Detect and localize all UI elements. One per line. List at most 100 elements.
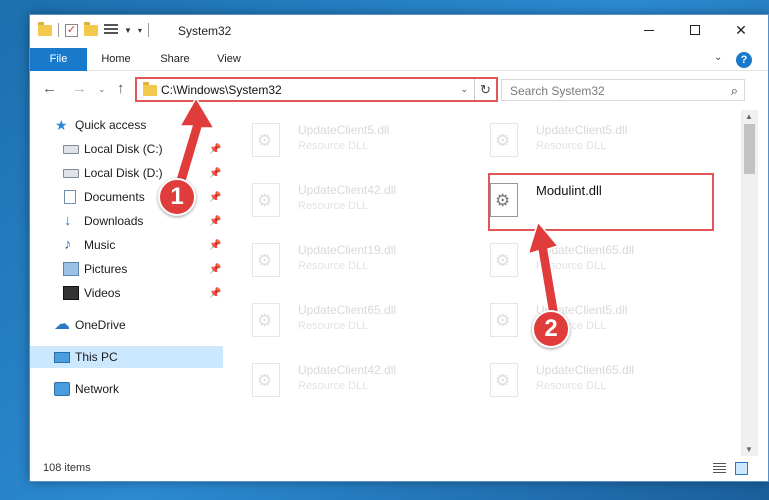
- file-name: UpdateClient42.dll: [298, 183, 397, 197]
- sidebar-item-music[interactable]: ♪ Music 📌: [30, 234, 223, 256]
- file-list: UpdateClient5.dll Resource DLL UpdateCli…: [230, 110, 740, 455]
- file-name: UpdateClient5.dll: [298, 123, 390, 137]
- pin-icon[interactable]: 📌: [209, 264, 221, 275]
- sidebar-item-label: Quick access: [75, 118, 147, 132]
- music-icon: ♪: [64, 236, 72, 253]
- callout-badge-2: 2: [532, 310, 570, 348]
- pictures-icon: [63, 262, 79, 276]
- folder-icon: [143, 82, 157, 96]
- dll-file-icon: [252, 363, 280, 397]
- sidebar-item-label: This PC: [75, 350, 118, 364]
- computer-icon: [54, 351, 70, 363]
- cloud-icon: ☁: [54, 316, 70, 333]
- close-button[interactable]: ✕: [718, 15, 764, 45]
- address-path[interactable]: C:\Windows\System32: [161, 83, 282, 97]
- tab-view[interactable]: View: [208, 48, 250, 71]
- sidebar-item-label: Documents: [84, 190, 145, 204]
- file-item[interactable]: UpdateClient65.dll Resource DLL: [468, 355, 698, 405]
- tab-home[interactable]: Home: [92, 48, 140, 71]
- sidebar-item-label: Pictures: [84, 262, 128, 276]
- expand-ribbon-icon[interactable]: ⌄: [714, 52, 722, 63]
- file-type: Resource DLL: [298, 380, 369, 392]
- quick-access-toolbar: ✓ ▼ ▾: [38, 21, 149, 37]
- dll-file-icon: [252, 243, 280, 277]
- scroll-up-icon[interactable]: ▲: [745, 112, 753, 121]
- maximize-button[interactable]: [672, 15, 718, 45]
- view-properties-icon[interactable]: [104, 24, 118, 36]
- toolbar-separator: [147, 23, 149, 37]
- new-folder-icon[interactable]: [84, 21, 98, 36]
- disk-icon: [63, 168, 79, 178]
- item-count: 108 items: [43, 462, 91, 474]
- vertical-scrollbar[interactable]: ▲ ▼: [741, 110, 758, 456]
- callout-badge-1: 1: [158, 178, 196, 216]
- details-view-icon[interactable]: [713, 463, 726, 474]
- pin-icon[interactable]: 📌: [209, 240, 221, 251]
- search-icon[interactable]: ⌕: [731, 83, 738, 99]
- sidebar-item-videos[interactable]: Videos 📌: [30, 282, 223, 304]
- dll-file-icon: [252, 303, 280, 337]
- large-icons-view-icon[interactable]: [735, 462, 748, 475]
- minimize-button[interactable]: [626, 15, 672, 45]
- title-bar: ✓ ▼ ▾ System32 ✕: [30, 15, 768, 48]
- file-item[interactable]: UpdateClient19.dll Resource DLL: [230, 235, 460, 285]
- tab-file[interactable]: File: [30, 48, 87, 71]
- customize-toolbar-icon[interactable]: ▾: [138, 26, 142, 35]
- scroll-down-icon[interactable]: ▼: [745, 445, 753, 454]
- navigation-bar: ← → ⌄ ↑ C:\Windows\System32 ⌄ ↻ Search S…: [30, 72, 768, 106]
- file-item[interactable]: UpdateClient65.dll Resource DLL: [468, 235, 698, 285]
- document-icon: [64, 190, 76, 204]
- dll-file-icon: [490, 123, 518, 157]
- dll-file-icon: [252, 183, 280, 217]
- file-item[interactable]: UpdateClient5.dll Resource DLL: [468, 295, 698, 345]
- folder-icon: [38, 21, 52, 36]
- forward-button[interactable]: →: [72, 80, 87, 97]
- file-highlight-box: [488, 173, 714, 231]
- sidebar-item-this-pc[interactable]: This PC: [30, 346, 223, 368]
- sidebar-item-label: Music: [84, 238, 116, 252]
- sidebar-item-label: Local Disk (C:): [84, 142, 163, 156]
- sidebar-item-downloads[interactable]: ↓ Downloads 📌: [30, 210, 223, 232]
- dll-file-icon: [490, 243, 518, 277]
- scroll-thumb[interactable]: [744, 124, 755, 174]
- star-icon: ★: [55, 117, 68, 133]
- network-icon: [54, 382, 70, 396]
- up-button[interactable]: ↑: [117, 80, 125, 97]
- recent-locations-button[interactable]: ⌄: [98, 84, 106, 95]
- pin-icon[interactable]: 📌: [209, 288, 221, 299]
- sidebar-item-network[interactable]: Network: [30, 378, 223, 400]
- dll-file-icon: [490, 303, 518, 337]
- chevron-down-icon[interactable]: ▼: [124, 26, 132, 35]
- file-type: Resource DLL: [298, 320, 369, 332]
- file-name: UpdateClient42.dll: [298, 363, 397, 377]
- file-item[interactable]: UpdateClient42.dll Resource DLL: [230, 355, 460, 405]
- file-item[interactable]: UpdateClient65.dll Resource DLL: [230, 295, 460, 345]
- file-item[interactable]: UpdateClient42.dll Resource DLL: [230, 175, 460, 225]
- file-name: UpdateClient5.dll: [536, 123, 628, 137]
- file-item[interactable]: UpdateClient5.dll Resource DLL: [468, 115, 698, 165]
- help-icon[interactable]: ?: [736, 52, 752, 68]
- address-dropdown-icon[interactable]: ⌄: [460, 84, 468, 95]
- search-input[interactable]: Search System32 ⌕: [501, 79, 745, 101]
- file-type: Resource DLL: [298, 260, 369, 272]
- sidebar-item-pictures[interactable]: Pictures 📌: [30, 258, 223, 280]
- back-button[interactable]: ←: [42, 80, 57, 97]
- refresh-button[interactable]: ↻: [474, 79, 496, 100]
- dll-file-icon: [490, 363, 518, 397]
- sidebar-item-label: OneDrive: [75, 318, 126, 332]
- sidebar-item-label: Downloads: [84, 214, 144, 228]
- explorer-window: ✓ ▼ ▾ System32 ✕ File Home Share View ⌄ …: [29, 14, 769, 482]
- disk-icon: [63, 144, 79, 154]
- sidebar-item-label: Local Disk (D:): [84, 166, 163, 180]
- file-type: Resource DLL: [536, 140, 607, 152]
- videos-icon: [63, 286, 79, 300]
- search-placeholder: Search System32: [510, 84, 605, 98]
- tab-share[interactable]: Share: [150, 48, 200, 71]
- sidebar-item-label: Videos: [84, 286, 121, 300]
- file-type: Resource DLL: [298, 200, 369, 212]
- file-item[interactable]: UpdateClient5.dll Resource DLL: [230, 115, 460, 165]
- dll-file-icon: [252, 123, 280, 157]
- sidebar-item-onedrive[interactable]: ☁ OneDrive: [30, 314, 223, 336]
- pin-icon[interactable]: 📌: [209, 216, 221, 227]
- properties-check-icon[interactable]: ✓: [65, 23, 78, 37]
